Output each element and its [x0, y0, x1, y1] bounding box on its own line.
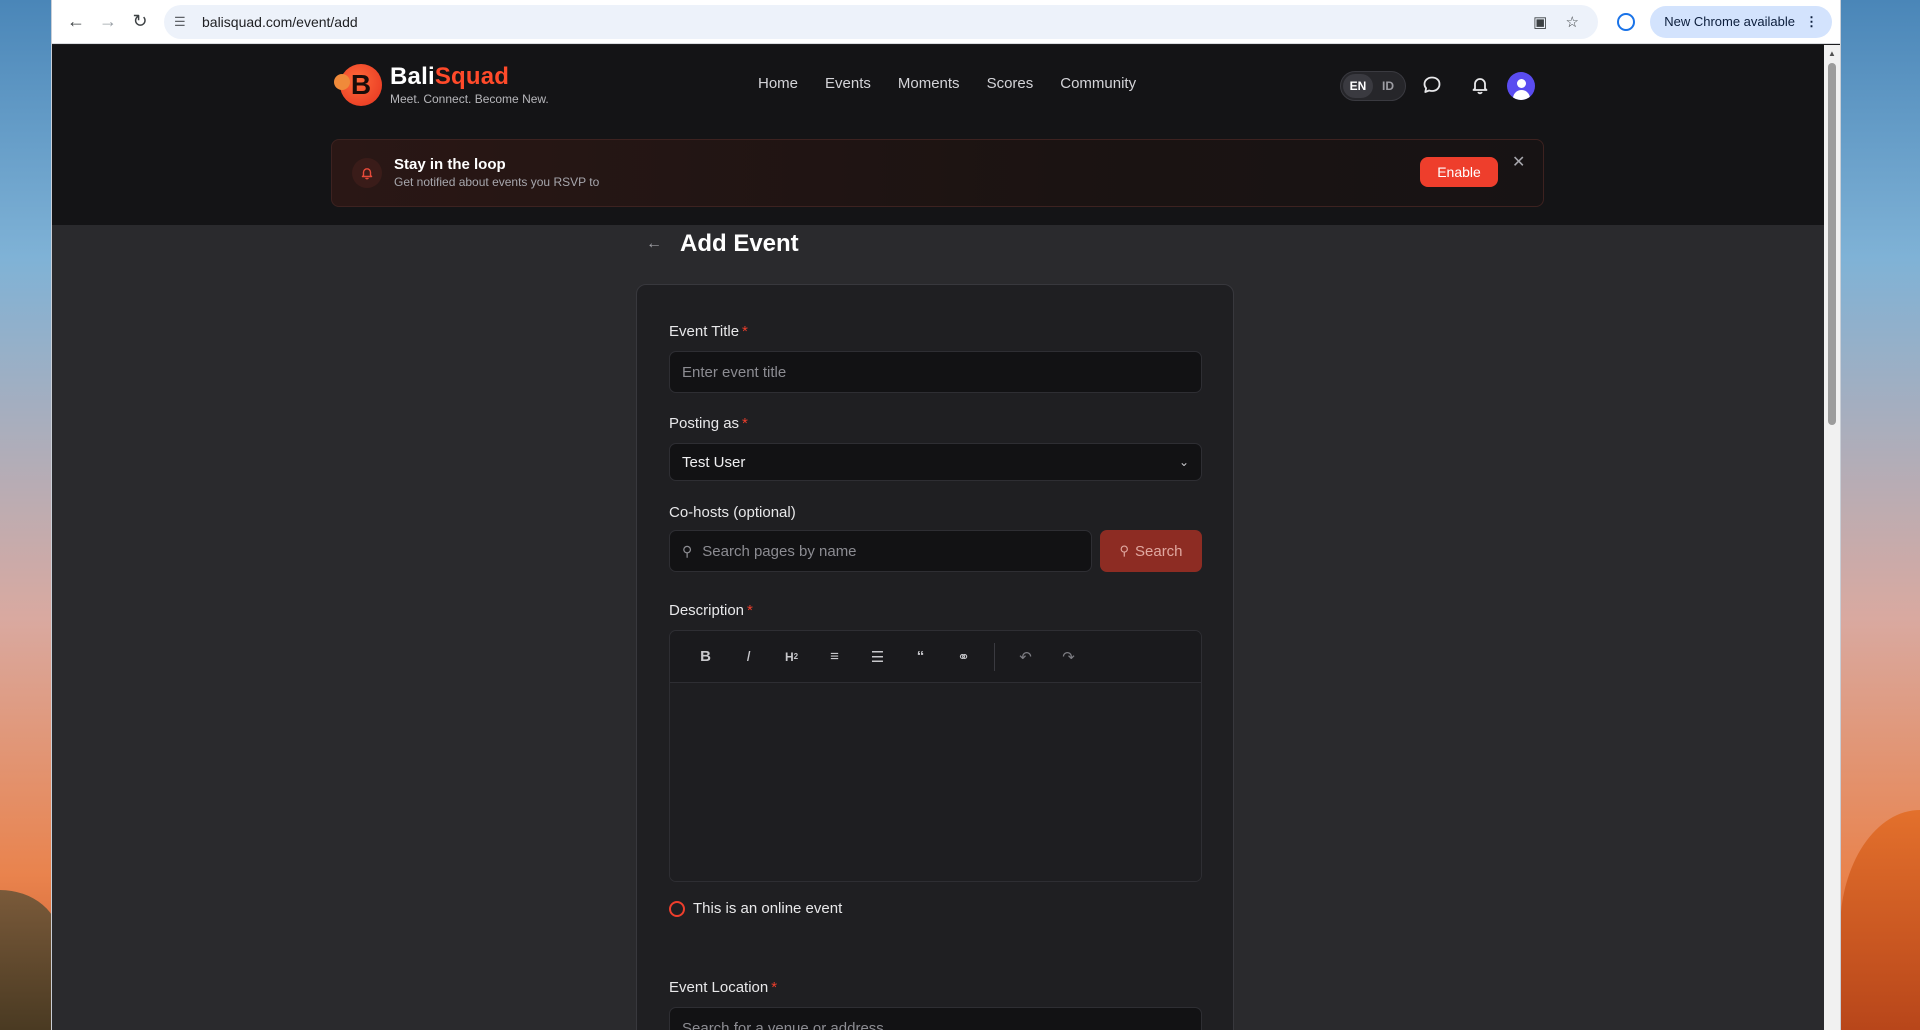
- online-event-radio[interactable]: [669, 900, 685, 917]
- online-event-option[interactable]: This is an online event: [669, 900, 842, 917]
- main-nav: Home Events Moments Scores Community: [758, 75, 1163, 92]
- site-logo[interactable]: B BaliSquad Meet. Connect. Become New.: [334, 63, 549, 106]
- description-label: Description *: [669, 602, 753, 619]
- profile-icon[interactable]: [1610, 6, 1642, 38]
- chrome-update-label: New Chrome available: [1664, 14, 1795, 29]
- search-icon: ⚲: [1119, 543, 1129, 558]
- chevron-down-icon: ⌄: [1178, 455, 1189, 469]
- page-title: Add Event: [680, 230, 799, 257]
- lang-en[interactable]: EN: [1343, 74, 1373, 98]
- forward-icon[interactable]: →: [92, 6, 124, 38]
- event-location-label: Event Location *: [669, 979, 778, 996]
- event-location-placeholder: Search for a venue or address: [682, 1019, 884, 1030]
- browser-window: ← → ↻ ☰ balisquad.com/event/add ▣ ☆ New …: [52, 0, 1840, 1030]
- add-event-form: Event Title * Enter event title Posting a…: [636, 284, 1234, 1030]
- notification-title: Stay in the loop: [394, 156, 506, 173]
- nav-community[interactable]: Community: [1060, 75, 1136, 92]
- redo-icon[interactable]: ↷: [1047, 641, 1090, 673]
- event-location-input[interactable]: Search for a venue or address: [669, 1007, 1202, 1030]
- url-text[interactable]: balisquad.com/event/add: [202, 14, 1524, 30]
- event-title-input[interactable]: Enter event title: [669, 351, 1202, 393]
- heading-2-icon[interactable]: H2: [770, 641, 813, 673]
- user-avatar[interactable]: [1507, 72, 1535, 100]
- event-title-placeholder: Enter event title: [682, 363, 787, 381]
- page-scrollbar[interactable]: ▲: [1824, 45, 1840, 1030]
- toolbar-divider: [994, 642, 995, 671]
- bold-icon[interactable]: B: [684, 641, 727, 673]
- event-title-label: Event Title *: [669, 323, 748, 340]
- online-event-label: This is an online event: [693, 900, 843, 917]
- chat-icon[interactable]: [1422, 75, 1442, 100]
- chrome-update-button[interactable]: New Chrome available ⋮: [1650, 5, 1832, 38]
- desktop-wallpaper-left: [0, 890, 60, 1030]
- back-icon[interactable]: ←: [60, 6, 92, 38]
- brand-name: BaliSquad: [390, 63, 510, 90]
- cohosts-placeholder: Search pages by name: [702, 542, 857, 560]
- posting-as-select[interactable]: Test User ⌄: [669, 443, 1202, 481]
- lang-id[interactable]: ID: [1373, 74, 1403, 98]
- scroll-up-icon[interactable]: ▲: [1828, 49, 1836, 58]
- cohosts-label: Co-hosts (optional): [669, 504, 796, 521]
- editor-toolbar: B I H2 ≡ ☰ “ ⚭ ↶ ↷: [670, 631, 1201, 683]
- address-bar[interactable]: ☰ balisquad.com/event/add ▣ ☆: [164, 4, 1599, 39]
- reload-icon[interactable]: ↻: [124, 6, 156, 38]
- enable-notifications-button[interactable]: Enable: [1420, 157, 1498, 187]
- posting-as-value: Test User: [682, 453, 746, 471]
- nav-home[interactable]: Home: [758, 75, 798, 92]
- italic-icon[interactable]: I: [727, 641, 770, 673]
- more-menu-icon[interactable]: ⋮: [1805, 14, 1818, 30]
- cohosts-search-button[interactable]: ⚲ Search: [1100, 530, 1202, 572]
- search-icon: ⚲: [682, 542, 693, 559]
- cohosts-search-input[interactable]: ⚲ Search pages by name: [669, 530, 1092, 572]
- site-settings-icon[interactable]: ☰: [174, 14, 196, 30]
- language-toggle[interactable]: EN ID: [1340, 71, 1406, 101]
- bullet-list-icon[interactable]: ≡: [813, 641, 856, 673]
- posting-as-label: Posting as *: [669, 415, 748, 432]
- ordered-list-icon[interactable]: ☰: [856, 641, 899, 673]
- search-button-label: Search: [1135, 542, 1183, 560]
- page-heading: ← Add Event: [646, 230, 799, 258]
- nav-events[interactable]: Events: [825, 75, 871, 92]
- notification-bell-icon: [352, 158, 382, 188]
- back-arrow-icon[interactable]: ←: [646, 235, 680, 253]
- close-icon[interactable]: ✕: [1512, 152, 1525, 172]
- undo-icon[interactable]: ↶: [1004, 641, 1047, 673]
- browser-toolbar: ← → ↻ ☰ balisquad.com/event/add ▣ ☆ New …: [52, 0, 1840, 44]
- install-app-icon[interactable]: ▣: [1524, 13, 1556, 31]
- logo-mark-icon: B: [334, 63, 382, 106]
- desktop-wallpaper-right: [1840, 810, 1920, 1030]
- description-editor: B I H2 ≡ ☰ “ ⚭ ↶ ↷: [669, 630, 1202, 882]
- nav-moments[interactable]: Moments: [898, 75, 960, 92]
- notification-banner-area: Stay in the loop Get notified about even…: [52, 125, 1824, 225]
- description-editor-body[interactable]: [670, 683, 1201, 881]
- bookmark-star-icon[interactable]: ☆: [1556, 13, 1588, 31]
- notification-banner: Stay in the loop Get notified about even…: [331, 139, 1544, 207]
- link-icon[interactable]: ⚭: [942, 641, 985, 673]
- bell-icon[interactable]: [1470, 75, 1490, 100]
- nav-scores[interactable]: Scores: [987, 75, 1034, 92]
- brand-tagline: Meet. Connect. Become New.: [390, 92, 549, 106]
- notification-subtitle: Get notified about events you RSVP to: [394, 175, 600, 189]
- site-header: B BaliSquad Meet. Connect. Become New. H…: [52, 45, 1824, 125]
- quote-icon[interactable]: “: [899, 641, 942, 673]
- scrollbar-thumb[interactable]: [1828, 63, 1836, 425]
